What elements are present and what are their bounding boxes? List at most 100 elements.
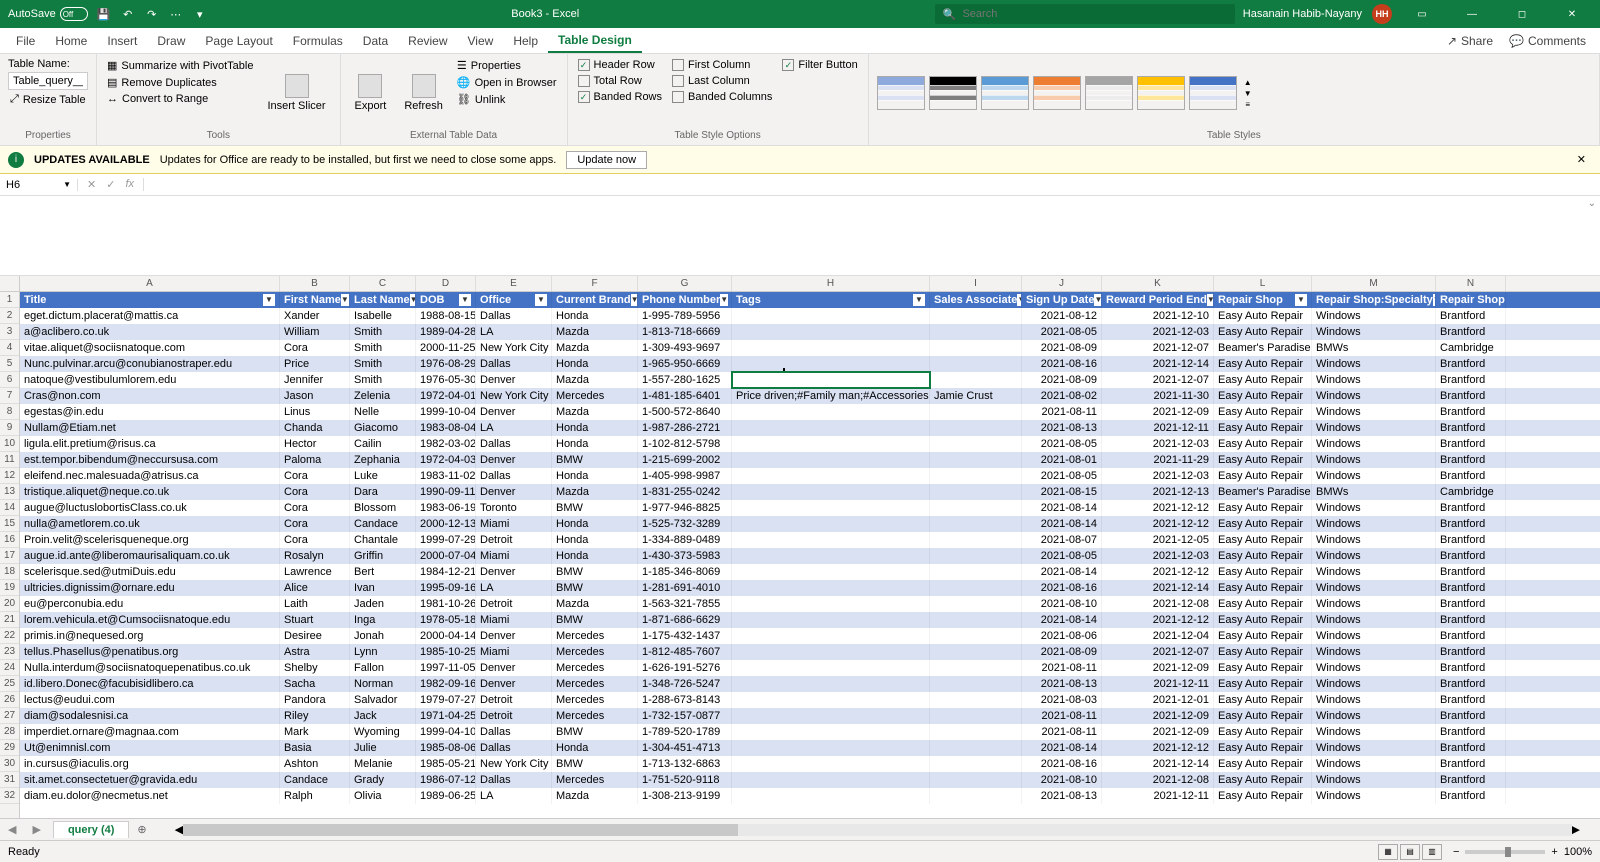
- table-cell[interactable]: 1-481-185-6401: [638, 388, 732, 404]
- table-cell[interactable]: Cambridge: [1436, 340, 1506, 356]
- table-style-swatch[interactable]: [1189, 76, 1237, 110]
- remove-duplicates-button[interactable]: ▤Remove Duplicates: [105, 75, 255, 90]
- ribbon-display-icon[interactable]: ▭: [1402, 0, 1442, 28]
- view-pagelayout-icon[interactable]: ▤: [1400, 844, 1420, 860]
- redo-icon[interactable]: ↷: [144, 6, 160, 22]
- table-cell[interactable]: 1-751-520-9118: [638, 772, 732, 788]
- tab-draw[interactable]: Draw: [147, 30, 195, 52]
- table-cell[interactable]: Windows: [1312, 788, 1436, 804]
- table-cell[interactable]: Windows: [1312, 308, 1436, 324]
- tab-data[interactable]: Data: [353, 30, 398, 52]
- row-header[interactable]: 6: [0, 372, 19, 388]
- table-cell[interactable]: LA: [476, 324, 552, 340]
- table-cell[interactable]: [732, 404, 930, 420]
- table-cell[interactable]: Pandora: [280, 692, 350, 708]
- table-cell[interactable]: Denver: [476, 404, 552, 420]
- table-cell[interactable]: 2021-12-04: [1102, 628, 1214, 644]
- table-cell[interactable]: 2021-12-07: [1102, 644, 1214, 660]
- table-cell[interactable]: 1-309-493-9697: [638, 340, 732, 356]
- table-cell[interactable]: Linus: [280, 404, 350, 420]
- table-cell[interactable]: Jack: [350, 708, 416, 724]
- table-cell[interactable]: Windows: [1312, 724, 1436, 740]
- table-cell[interactable]: [732, 644, 930, 660]
- table-cell[interactable]: augue.id.ante@liberomaurisaliquam.co.uk: [20, 548, 280, 564]
- row-header[interactable]: 4: [0, 340, 19, 356]
- table-cell[interactable]: Brantford: [1436, 324, 1506, 340]
- table-header-cell[interactable]: Repair Shop:Specialty▼: [1312, 292, 1436, 308]
- table-cell[interactable]: 2021-08-14: [1022, 500, 1102, 516]
- filter-dropdown-icon[interactable]: ▼: [720, 294, 728, 306]
- table-cell[interactable]: Brantford: [1436, 580, 1506, 596]
- table-cell[interactable]: 2021-12-11: [1102, 788, 1214, 804]
- table-cell[interactable]: Olivia: [350, 788, 416, 804]
- table-cell[interactable]: Windows: [1312, 628, 1436, 644]
- zoom-out-icon[interactable]: −: [1453, 846, 1459, 858]
- resize-table-button[interactable]: ⤢Resize Table: [8, 92, 88, 107]
- open-browser-button[interactable]: 🌐Open in Browser: [455, 75, 559, 90]
- table-cell[interactable]: Detroit: [476, 596, 552, 612]
- table-cell[interactable]: 2021-12-08: [1102, 596, 1214, 612]
- table-cell[interactable]: 2021-08-11: [1022, 708, 1102, 724]
- table-cell[interactable]: Brantford: [1436, 564, 1506, 580]
- table-cell[interactable]: 1999-04-10: [416, 724, 476, 740]
- table-cell[interactable]: Easy Auto Repair: [1214, 532, 1312, 548]
- filter-dropdown-icon[interactable]: ▼: [341, 294, 349, 306]
- share-button[interactable]: ↗Share: [1439, 32, 1501, 50]
- column-header[interactable]: F: [552, 276, 638, 291]
- table-cell[interactable]: [930, 756, 1022, 772]
- table-cell[interactable]: 2021-12-14: [1102, 356, 1214, 372]
- table-cell[interactable]: 2021-08-05: [1022, 548, 1102, 564]
- table-cell[interactable]: 1989-06-25: [416, 788, 476, 804]
- table-cell[interactable]: Windows: [1312, 772, 1436, 788]
- table-cell[interactable]: 2021-08-11: [1022, 404, 1102, 420]
- table-header-cell[interactable]: Last Name▼: [350, 292, 416, 308]
- table-cell[interactable]: 1982-03-02: [416, 436, 476, 452]
- table-cell[interactable]: Julie: [350, 740, 416, 756]
- table-cell[interactable]: 1982-09-16: [416, 676, 476, 692]
- filter-dropdown-icon[interactable]: ▼: [1295, 294, 1307, 306]
- filter-dropdown-icon[interactable]: ▼: [1505, 294, 1506, 306]
- table-cell[interactable]: Jamie Crust: [930, 388, 1022, 404]
- table-cell[interactable]: 1-175-432-1437: [638, 628, 732, 644]
- table-cell[interactable]: Easy Auto Repair: [1214, 708, 1312, 724]
- table-cell[interactable]: [930, 708, 1022, 724]
- table-cell[interactable]: Easy Auto Repair: [1214, 612, 1312, 628]
- filter-button-checkbox[interactable]: ✓Filter Button: [780, 58, 859, 72]
- table-cell[interactable]: 2021-12-12: [1102, 740, 1214, 756]
- table-cell[interactable]: 2021-12-09: [1102, 708, 1214, 724]
- table-header-cell[interactable]: Title▼: [20, 292, 280, 308]
- table-cell[interactable]: nulla@ametlorem.co.uk: [20, 516, 280, 532]
- table-header-cell[interactable]: Phone Number▼: [638, 292, 732, 308]
- table-cell[interactable]: 1-977-946-8825: [638, 500, 732, 516]
- table-cell[interactable]: Grady: [350, 772, 416, 788]
- row-header[interactable]: 14: [0, 500, 19, 516]
- table-cell[interactable]: 1981-10-26: [416, 596, 476, 612]
- table-cell[interactable]: Giacomo: [350, 420, 416, 436]
- table-cell[interactable]: 1986-07-12: [416, 772, 476, 788]
- table-cell[interactable]: BMWs: [1312, 484, 1436, 500]
- table-cell[interactable]: [930, 548, 1022, 564]
- undo-icon[interactable]: ↶: [120, 6, 136, 22]
- table-cell[interactable]: Riley: [280, 708, 350, 724]
- table-cell[interactable]: Honda: [552, 468, 638, 484]
- table-cell[interactable]: Windows: [1312, 532, 1436, 548]
- table-cell[interactable]: Toronto: [476, 500, 552, 516]
- table-header-cell[interactable]: Current Brand▼: [552, 292, 638, 308]
- table-cell[interactable]: Brantford: [1436, 740, 1506, 756]
- table-cell[interactable]: [732, 708, 930, 724]
- sheet-nav-prev-icon[interactable]: ◀: [0, 823, 24, 836]
- table-cell[interactable]: [732, 356, 930, 372]
- table-cell[interactable]: 1-995-789-5956: [638, 308, 732, 324]
- row-header[interactable]: 13: [0, 484, 19, 500]
- table-cell[interactable]: [930, 772, 1022, 788]
- table-cell[interactable]: 1990-09-11: [416, 484, 476, 500]
- zoom-in-icon[interactable]: +: [1551, 846, 1557, 858]
- table-cell[interactable]: Nelle: [350, 404, 416, 420]
- table-cell[interactable]: 2021-08-10: [1022, 772, 1102, 788]
- tab-help[interactable]: Help: [503, 30, 548, 52]
- table-cell[interactable]: Brantford: [1436, 756, 1506, 772]
- table-cell[interactable]: 2021-08-14: [1022, 516, 1102, 532]
- table-cell[interactable]: Windows: [1312, 644, 1436, 660]
- properties-button[interactable]: ☰Properties: [455, 58, 559, 73]
- cancel-formula-icon[interactable]: ✕: [84, 178, 99, 191]
